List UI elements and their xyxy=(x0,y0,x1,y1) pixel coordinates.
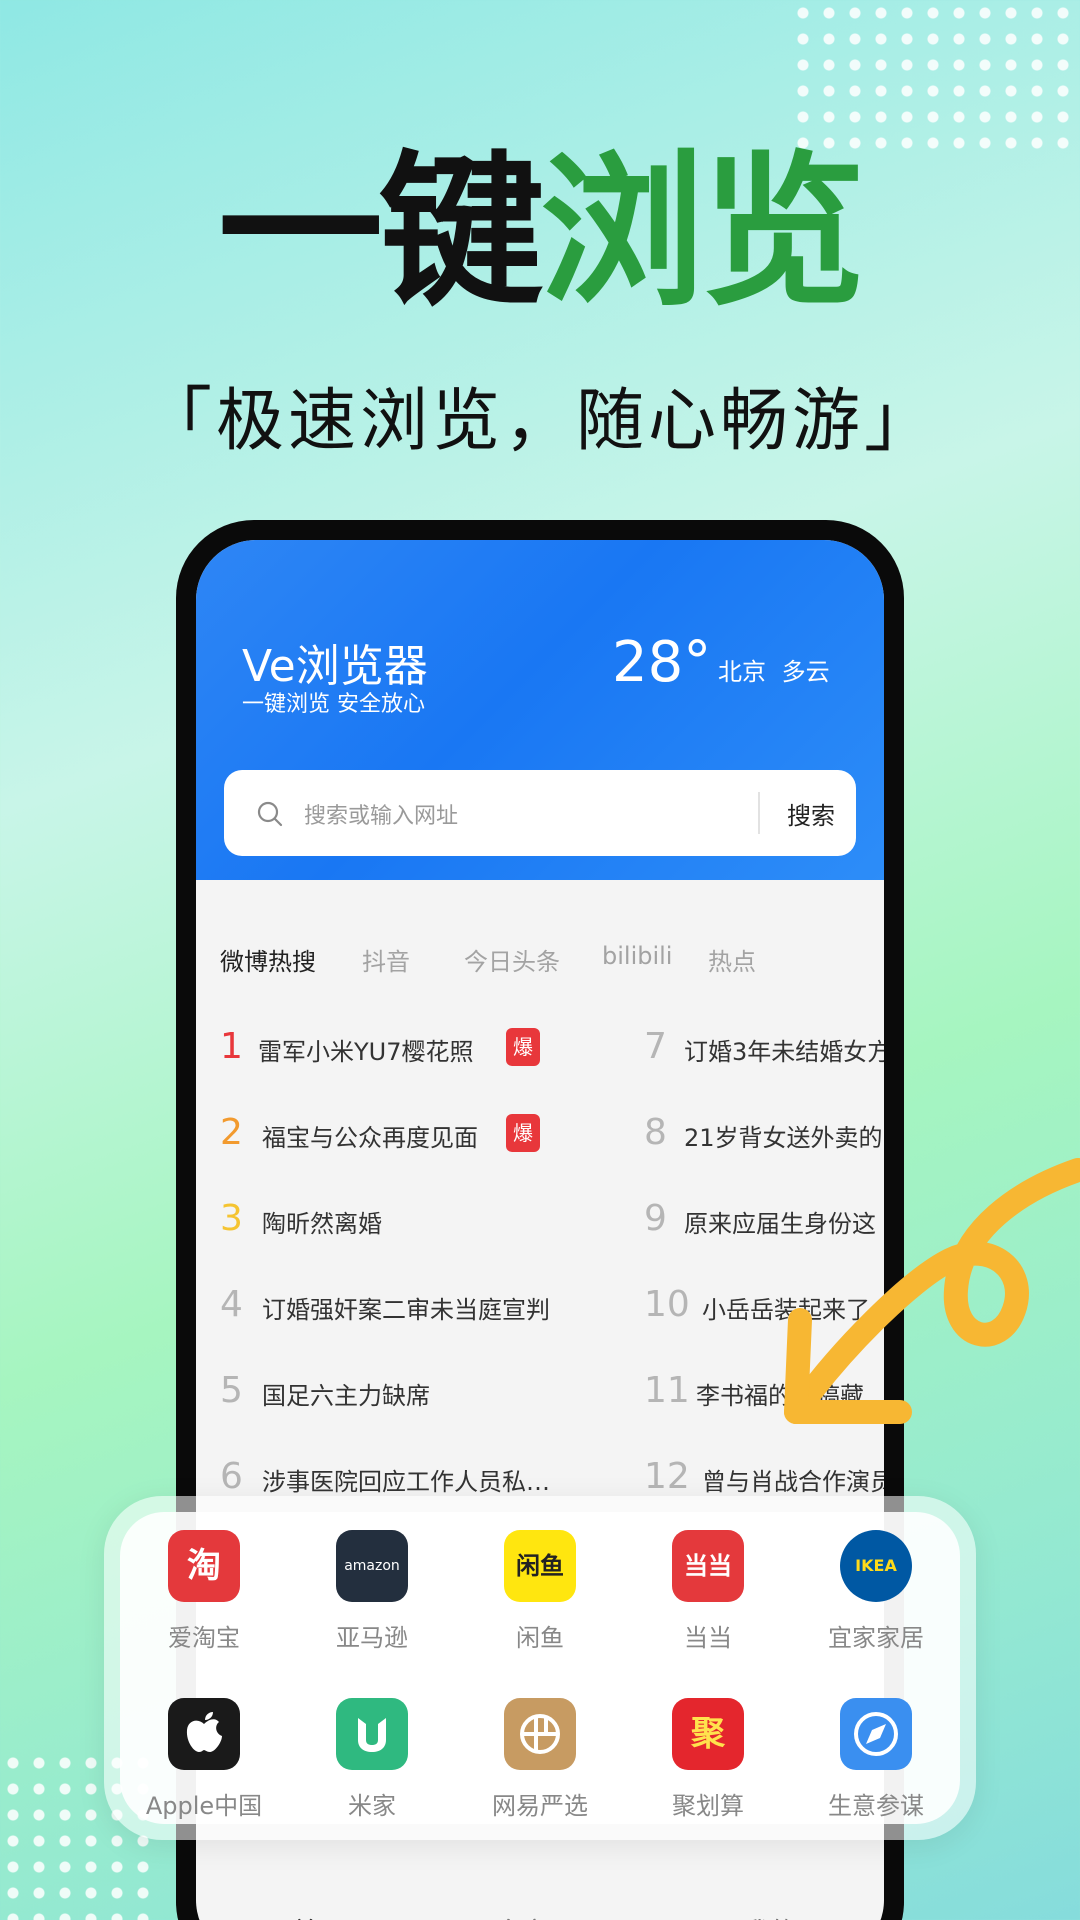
rank-number: 10 xyxy=(644,1284,690,1325)
apple-glyph xyxy=(186,1712,222,1752)
list-item[interactable]: 5 国足六主力缺席 xyxy=(220,1364,560,1424)
search-icon xyxy=(257,801,283,827)
list-item[interactable]: 2 福宝与公众再度见面 爆 xyxy=(220,1106,540,1166)
subtitle-close-bracket: 」 xyxy=(864,379,938,461)
search-button[interactable]: 搜索 xyxy=(774,796,848,831)
hot-item-text: 国足六主力缺席 xyxy=(262,1382,430,1410)
compass-icon xyxy=(840,1698,912,1770)
rank-number: 2 xyxy=(220,1112,243,1153)
dangdang-icon: 当当 xyxy=(672,1530,744,1602)
rank-number: 8 xyxy=(644,1112,667,1153)
list-item[interactable]: 1 雷军小米YU7樱花照 爆 xyxy=(220,1020,540,1080)
app-name: Ve浏览器 xyxy=(242,641,428,692)
subtitle-text: 极速浏览，随心畅游 xyxy=(215,382,864,461)
search-input[interactable]: 搜索或输入网址 xyxy=(304,798,458,830)
tab-bilibili[interactable]: bilibili xyxy=(602,942,672,970)
shortcut-yanxuan[interactable]: 网易严选 xyxy=(456,1680,624,1820)
shortcut-shengyi[interactable]: 生意参谋 xyxy=(792,1680,960,1820)
rank-number: 4 xyxy=(220,1284,243,1325)
taobao-icon: 淘 xyxy=(168,1530,240,1602)
shortcut-label: 米家 xyxy=(348,1792,396,1820)
shortcut-label: 宜家家居 xyxy=(828,1624,924,1652)
shortcut-label: 爱淘宝 xyxy=(168,1624,240,1652)
hero-title-green: 浏览 xyxy=(540,136,866,328)
shortcut-mijia[interactable]: 米家 xyxy=(288,1680,456,1820)
rank-number: 3 xyxy=(220,1198,243,1239)
mijia-icon xyxy=(336,1698,408,1770)
nav-windows[interactable]: 多窗口 xyxy=(496,1912,574,1920)
shortcut-label: 聚划算 xyxy=(672,1792,744,1820)
tab-hot[interactable]: 热点 xyxy=(708,942,756,977)
shortcut-apple[interactable]: Apple中国 xyxy=(120,1680,288,1820)
shortcut-label: 闲鱼 xyxy=(516,1624,564,1652)
ikea-icon: IKEA xyxy=(840,1530,912,1602)
shortcut-xianyu[interactable]: 闲鱼 闲鱼 xyxy=(456,1512,624,1652)
shortcut-juhuasuan[interactable]: 聚 聚划算 xyxy=(624,1680,792,1820)
hero-title: 一键浏览 xyxy=(0,150,1080,315)
shortcut-grid: 淘 爱淘宝 amazon 亚马逊 闲鱼 闲鱼 当当 当当 IKEA 宜家家居 A… xyxy=(120,1512,960,1824)
hot-item-text: 订婚3年未结婚女方 xyxy=(684,1038,884,1066)
hot-badge: 爆 xyxy=(506,1028,540,1066)
list-item[interactable]: 3 陶昕然离婚 xyxy=(220,1192,550,1252)
mijia-glyph xyxy=(358,1718,386,1752)
rank-number: 5 xyxy=(220,1370,243,1411)
bottom-nav: 首页 多窗口 我的 xyxy=(196,1900,884,1920)
list-item[interactable]: 7 订婚3年未结婚女方 xyxy=(644,1020,884,1080)
list-item[interactable]: 4 订婚强奸案二审未当庭宣判 xyxy=(220,1278,560,1338)
search-divider xyxy=(758,792,760,834)
pointer-arrow-icon xyxy=(784,1158,1080,1424)
shortcut-label: Apple中国 xyxy=(145,1792,263,1820)
juhuasuan-icon: 聚 xyxy=(672,1698,744,1770)
rank-number: 11 xyxy=(644,1370,690,1411)
hot-item-text: 福宝与公众再度见面 xyxy=(262,1124,478,1152)
shortcut-label: 网易严选 xyxy=(492,1792,588,1820)
amazon-icon: amazon xyxy=(336,1530,408,1602)
tab-douyin[interactable]: 抖音 xyxy=(362,942,410,977)
weather-location[interactable]: 北京 多云 xyxy=(718,652,830,687)
hot-item-text: 雷军小米YU7樱花照 xyxy=(258,1038,474,1066)
apple-icon xyxy=(168,1698,240,1770)
shortcut-label: 亚马逊 xyxy=(336,1624,408,1652)
hot-item-text: 曾与肖战合作演员 xyxy=(702,1468,884,1496)
rank-number: 7 xyxy=(644,1026,667,1067)
subtitle-open-bracket: 「 xyxy=(141,379,216,461)
shortcut-dangdang[interactable]: 当当 当当 xyxy=(624,1512,792,1652)
shortcut-label: 生意参谋 xyxy=(828,1792,924,1820)
tab-toutiao[interactable]: 今日头条 xyxy=(464,942,560,977)
shortcut-taobao[interactable]: 淘 爱淘宝 xyxy=(120,1512,288,1652)
hot-item-text: 陶昕然离婚 xyxy=(262,1210,382,1238)
temperature: 28° xyxy=(612,630,712,695)
search-bar[interactable]: 搜索或输入网址 搜索 xyxy=(224,770,856,856)
hot-item-text: 订婚强奸案二审未当庭宣判 xyxy=(262,1296,550,1324)
hot-item-text: 21岁背女送外卖的 xyxy=(684,1124,883,1152)
yanxuan-glyph xyxy=(520,1714,560,1754)
app-tagline: 一键浏览 安全放心 xyxy=(242,692,425,717)
nav-home[interactable]: 首页 xyxy=(292,1912,344,1920)
shortcut-amazon[interactable]: amazon 亚马逊 xyxy=(288,1512,456,1652)
hot-tabs: 微博热搜 抖音 今日头条 bilibili 热点 xyxy=(220,942,884,982)
shortcut-ikea[interactable]: IKEA 宜家家居 xyxy=(792,1512,960,1652)
shortcut-panel: 淘 爱淘宝 amazon 亚马逊 闲鱼 闲鱼 当当 当当 IKEA 宜家家居 A… xyxy=(104,1496,976,1840)
yanxuan-icon xyxy=(504,1698,576,1770)
hero-subtitle: 「极速浏览，随心畅游」 xyxy=(0,365,1080,477)
tab-weibo[interactable]: 微博热搜 xyxy=(220,942,316,977)
shortcut-label: 当当 xyxy=(684,1624,732,1652)
rank-number: 12 xyxy=(644,1456,690,1497)
hero-title-black: 一键 xyxy=(218,136,544,328)
decorative-dots-top-right xyxy=(790,0,1080,150)
rank-number: 6 xyxy=(220,1456,243,1497)
nav-profile[interactable]: 我的 xyxy=(744,1912,796,1920)
hot-badge: 爆 xyxy=(506,1114,540,1152)
rank-number: 9 xyxy=(644,1198,667,1239)
xianyu-icon: 闲鱼 xyxy=(504,1530,576,1602)
hot-item-text: 涉事医院回应工作人员私… xyxy=(262,1468,550,1496)
compass-glyph xyxy=(854,1712,898,1756)
rank-number: 1 xyxy=(220,1026,243,1067)
browser-header: Ve浏览器 一键浏览 安全放心 28° 北京 多云 搜索或输入网址 搜索 xyxy=(196,540,884,880)
